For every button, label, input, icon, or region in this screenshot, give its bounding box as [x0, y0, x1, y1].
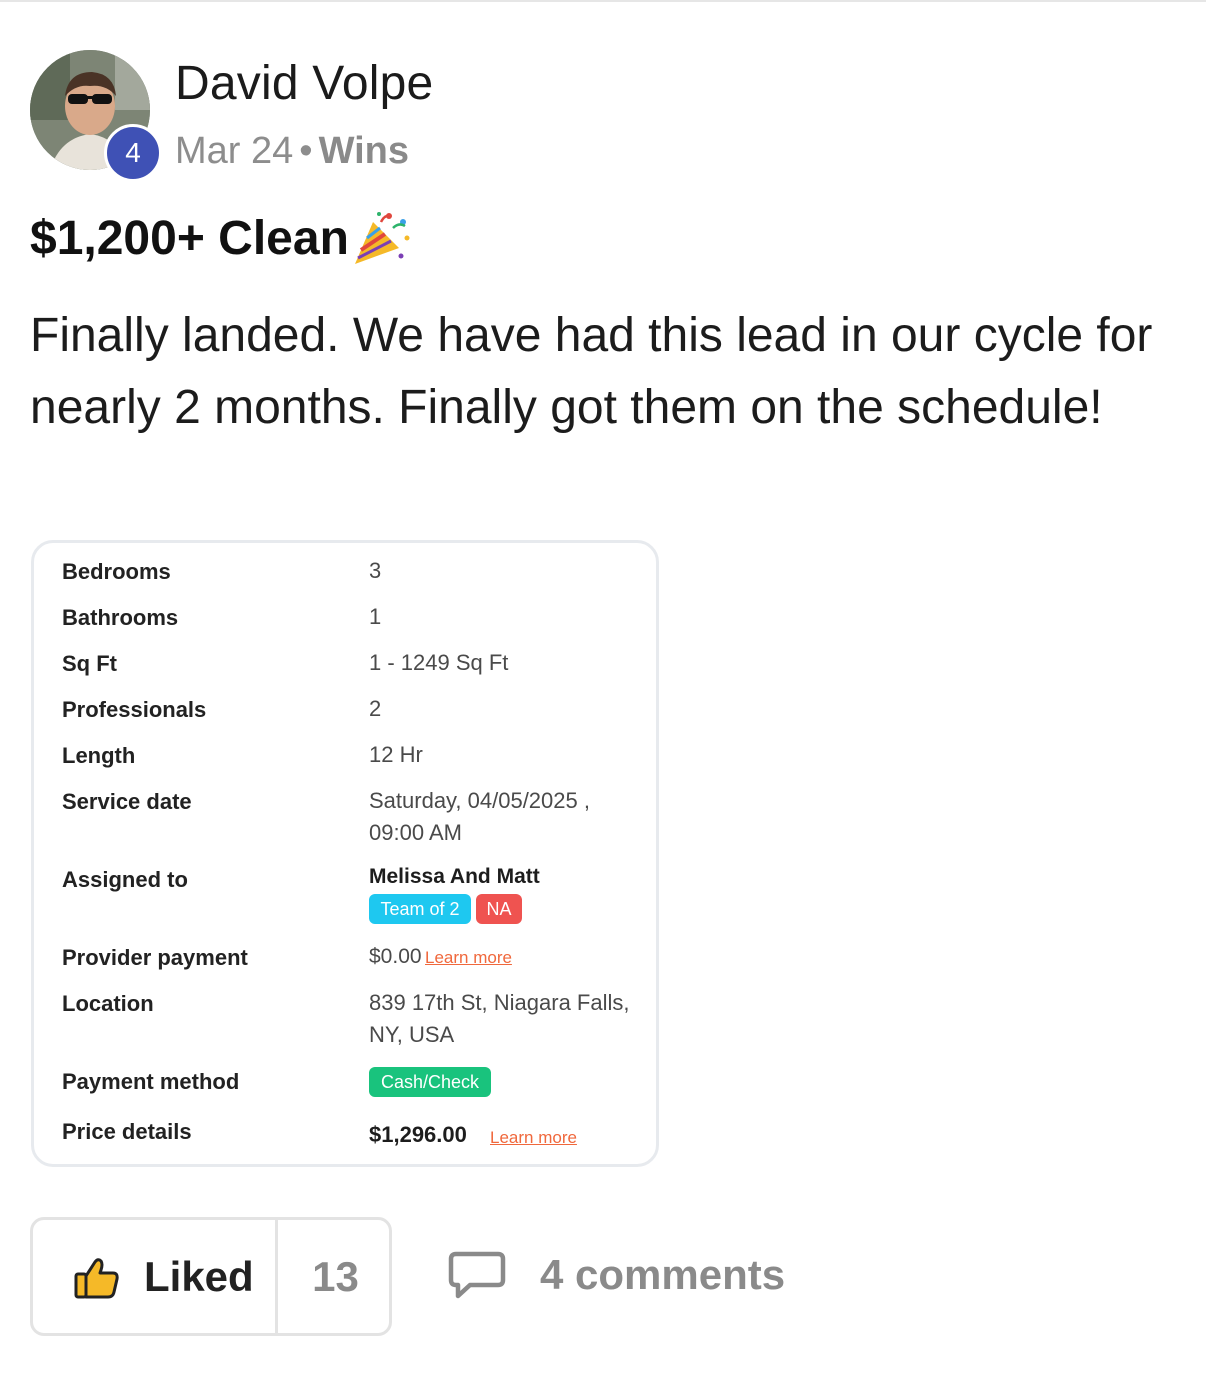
- top-divider: [0, 0, 1206, 2]
- service-date-label: Service date: [62, 789, 192, 814]
- like-control: Liked 13: [30, 1217, 392, 1336]
- post-title-text: $1,200+ Clean: [30, 211, 349, 265]
- post-category[interactable]: Wins: [319, 130, 409, 172]
- level-badge: 4: [104, 124, 162, 182]
- service-time-value: 09:00 AM: [369, 820, 462, 845]
- post-date: Mar 24: [175, 130, 294, 172]
- like-divider: [275, 1220, 278, 1333]
- sqft-value: 1 - 1249 Sq Ft: [369, 650, 509, 675]
- payment-method-label: Payment method: [62, 1069, 240, 1094]
- booking-details-card: Bedrooms 3 Bathrooms 1 Sq Ft 1 - 1249 Sq…: [31, 540, 659, 1167]
- like-label: Liked: [144, 1253, 254, 1300]
- author-name[interactable]: David Volpe: [175, 56, 433, 111]
- professionals-label: Professionals: [62, 697, 207, 722]
- bathrooms-value: 1: [369, 604, 382, 629]
- price-details-label: Price details: [62, 1119, 192, 1144]
- location-value: 839 17th St, Niagara Falls,: [369, 990, 630, 1015]
- comments-label: 4 comments: [540, 1251, 786, 1298]
- provider-payment-value: $0.00: [369, 945, 422, 968]
- location-value-line2: NY, USA: [369, 1022, 455, 1047]
- bedrooms-label: Bedrooms: [62, 559, 171, 584]
- price-details-value: $1,296.00: [369, 1122, 467, 1147]
- post-title: $1,200+ Clean: [30, 208, 413, 268]
- post-meta: Mar 24 • Wins: [175, 130, 409, 173]
- sqft-label: Sq Ft: [62, 651, 117, 676]
- professionals-value: 2: [369, 696, 382, 721]
- meta-separator: •: [299, 130, 313, 172]
- price-details-learn-more-link[interactable]: Learn more: [490, 1128, 577, 1148]
- service-date-value: Saturday, 04/05/2025 ,: [369, 788, 590, 813]
- like-count[interactable]: 13: [279, 1253, 392, 1301]
- provider-payment-learn-more-link[interactable]: Learn more: [425, 948, 512, 968]
- bedrooms-value: 3: [369, 558, 382, 583]
- na-tag: NA: [476, 894, 522, 924]
- team-tag: Team of 2: [369, 894, 471, 924]
- payment-method-tag: Cash/Check: [369, 1067, 491, 1097]
- assigned-to-value: Melissa And Matt: [369, 865, 540, 888]
- like-button[interactable]: Liked: [33, 1220, 276, 1333]
- bathrooms-label: Bathrooms: [62, 605, 179, 630]
- assigned-to-label: Assigned to: [62, 867, 188, 892]
- provider-payment-label: Provider payment: [62, 945, 248, 970]
- comments-button[interactable]: 4 comments: [448, 1250, 785, 1300]
- post-body: Finally landed. We have had this lead in…: [30, 309, 1153, 434]
- thumbs-up-icon: [74, 1258, 119, 1299]
- length-label: Length: [62, 743, 136, 768]
- comment-bubble-icon: [448, 1251, 506, 1299]
- length-value: 12 Hr: [369, 742, 423, 767]
- location-label: Location: [62, 991, 154, 1016]
- party-popper-icon: [354, 212, 410, 264]
